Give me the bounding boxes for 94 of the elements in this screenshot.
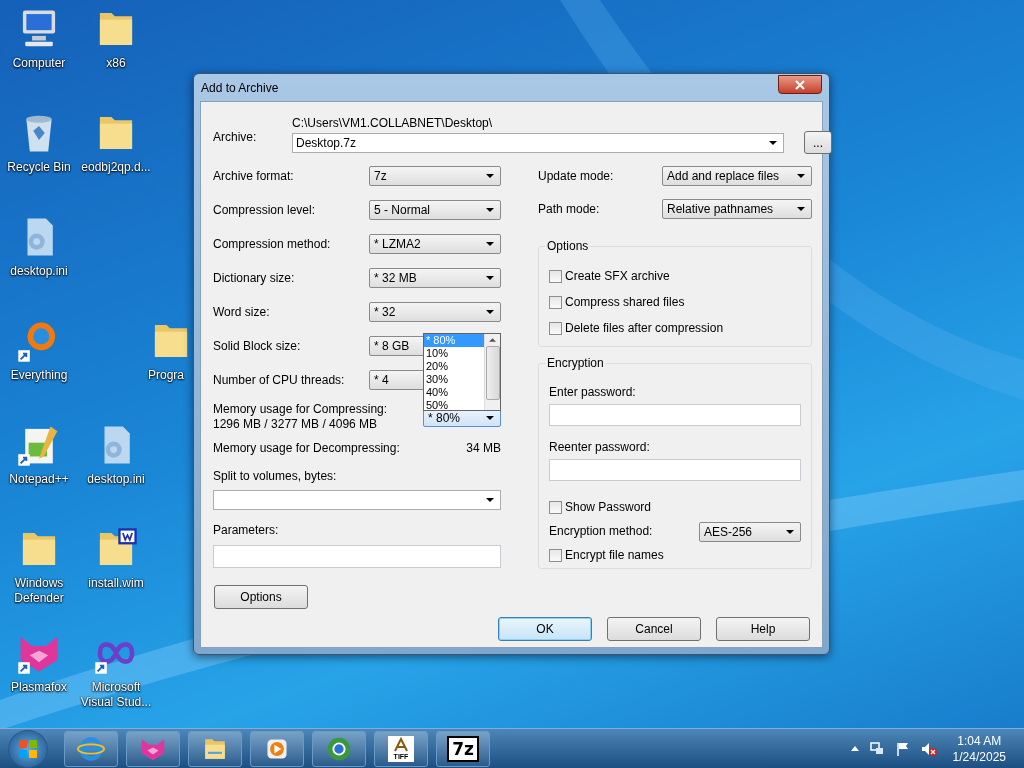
checkbox-label[interactable]: Show Password — [565, 500, 652, 516]
taskbar-button[interactable] — [64, 730, 118, 767]
clock-time: 1:04 AM — [957, 732, 1002, 749]
close-icon — [795, 79, 805, 90]
taskbar-button[interactable] — [126, 730, 180, 767]
clock[interactable]: 1:04 AM 1/24/2025 — [952, 732, 1006, 765]
show-hidden-icons-icon[interactable] — [850, 746, 859, 751]
scrollbar[interactable] — [484, 334, 500, 410]
desktop-icon-label[interactable]: Everything — [10, 368, 68, 383]
desktop-icon-label[interactable]: Computer — [12, 56, 66, 71]
caret-icon — [486, 416, 494, 420]
field-label: Path mode: — [538, 201, 600, 218]
field-label: Reenter password: — [549, 440, 651, 456]
desktop-icon-label[interactable]: Progra — [148, 368, 185, 383]
checkbox[interactable] — [549, 269, 562, 283]
dropdown[interactable]: Relative pathnames — [662, 199, 812, 219]
split-field[interactable] — [213, 490, 501, 510]
caret-icon — [486, 310, 494, 314]
dropdown[interactable]: * 32 — [369, 302, 501, 322]
checkbox[interactable] — [549, 321, 562, 335]
field-label: Archive format: — [213, 168, 294, 185]
checkbox-label[interactable]: Encrypt file names — [565, 548, 664, 564]
group-title: Options — [545, 239, 591, 254]
caret-icon — [486, 174, 494, 178]
memory-label: Memory usage for Compressing: — [213, 402, 388, 417]
field-label: Split to volumes, bytes: — [213, 469, 338, 484]
desktop-icon-label[interactable]: eodbj2qp.d... — [81, 160, 151, 175]
start-button[interactable] — [8, 729, 48, 768]
checkbox[interactable] — [549, 549, 562, 563]
caret-icon — [786, 529, 794, 534]
dropdown[interactable]: AES-256 — [699, 521, 801, 542]
options-button[interactable]: Options — [214, 585, 308, 609]
field-label: Update mode: — [538, 168, 614, 185]
checkbox-label[interactable]: Create SFX archive — [565, 268, 670, 284]
field-label: Encryption method: — [549, 524, 653, 540]
archive-name-field[interactable]: Desktop.7z — [292, 133, 784, 153]
caret-icon — [769, 141, 777, 145]
caret-icon — [797, 174, 805, 178]
desktop-icon-label[interactable]: x86 — [106, 56, 126, 71]
dropdown[interactable]: Add and replace files — [662, 166, 812, 186]
window-title: Add to Archive — [201, 80, 279, 95]
field-label: Word size: — [213, 304, 270, 321]
list-option[interactable]: 40% — [424, 386, 484, 399]
desktop-icon-label[interactable]: Notepad++ — [9, 472, 69, 487]
network-icon[interactable] — [868, 740, 885, 757]
memory-label: Memory usage for Decompressing: — [213, 441, 400, 456]
checkbox[interactable] — [549, 501, 562, 515]
taskbar-button[interactable] — [250, 730, 304, 767]
memory-value: 1296 MB / 3277 MB / 4096 MB — [213, 417, 379, 432]
caret-icon — [486, 208, 494, 212]
flag-icon[interactable] — [894, 740, 911, 757]
close-button[interactable] — [778, 75, 822, 94]
dropdown[interactable]: 7z — [369, 166, 501, 186]
field-label: Enter password: — [549, 385, 637, 400]
desktop-icon-label[interactable]: desktop.ini — [87, 472, 145, 487]
caret-icon — [797, 207, 805, 211]
caret-icon — [486, 276, 494, 280]
field-label: Compression method: — [213, 236, 331, 253]
clock-date: 1/24/2025 — [952, 748, 1006, 765]
windows-logo-icon — [18, 738, 38, 759]
dialog-button[interactable]: OK — [498, 617, 592, 641]
browse-button[interactable]: ... — [804, 131, 832, 154]
list-option[interactable]: 50% — [424, 399, 484, 410]
parameters-field[interactable] — [213, 545, 501, 568]
checkbox-label[interactable]: Delete files after compression — [565, 320, 724, 336]
list-option[interactable]: 20% — [424, 360, 484, 373]
taskbar-button[interactable] — [188, 730, 242, 767]
caret-icon — [486, 498, 494, 502]
memory-value: 34 MB — [466, 441, 501, 456]
checkbox-label[interactable]: Compress shared files — [565, 294, 685, 310]
group-title: Encryption — [545, 356, 606, 371]
field-label: Solid Block size: — [213, 338, 301, 355]
archive-path: C:\Users\VM1.COLLABNET\Desktop\ — [292, 116, 494, 131]
field-label: Compression level: — [213, 202, 316, 219]
list-option[interactable]: 30% — [424, 373, 484, 386]
desktop-icon-label[interactable]: Recycle Bin — [7, 160, 71, 175]
dialog-button[interactable]: Cancel — [607, 617, 701, 641]
dropdown[interactable]: 5 - Normal — [369, 200, 501, 220]
dropdown[interactable]: * LZMA2 — [369, 234, 501, 254]
scroll-up-icon — [489, 338, 496, 342]
caret-icon — [486, 242, 494, 246]
desktop-icon-label[interactable]: desktop.ini — [10, 264, 68, 279]
field-label: Number of CPU threads: — [213, 372, 345, 389]
taskbar-button[interactable] — [312, 730, 366, 767]
dropdown[interactable]: * 32 MB — [369, 268, 501, 288]
field-label: Dictionary size: — [213, 270, 295, 287]
field-label: Archive: — [213, 130, 258, 145]
password-field[interactable] — [549, 459, 801, 482]
taskbar-button[interactable]: 7z — [436, 730, 490, 767]
checkbox[interactable] — [549, 295, 562, 309]
field-label: Parameters: — [213, 523, 280, 538]
dialog-button[interactable]: Help — [716, 617, 810, 641]
app-logo: 7z — [447, 735, 479, 762]
password-field[interactable] — [549, 404, 801, 427]
